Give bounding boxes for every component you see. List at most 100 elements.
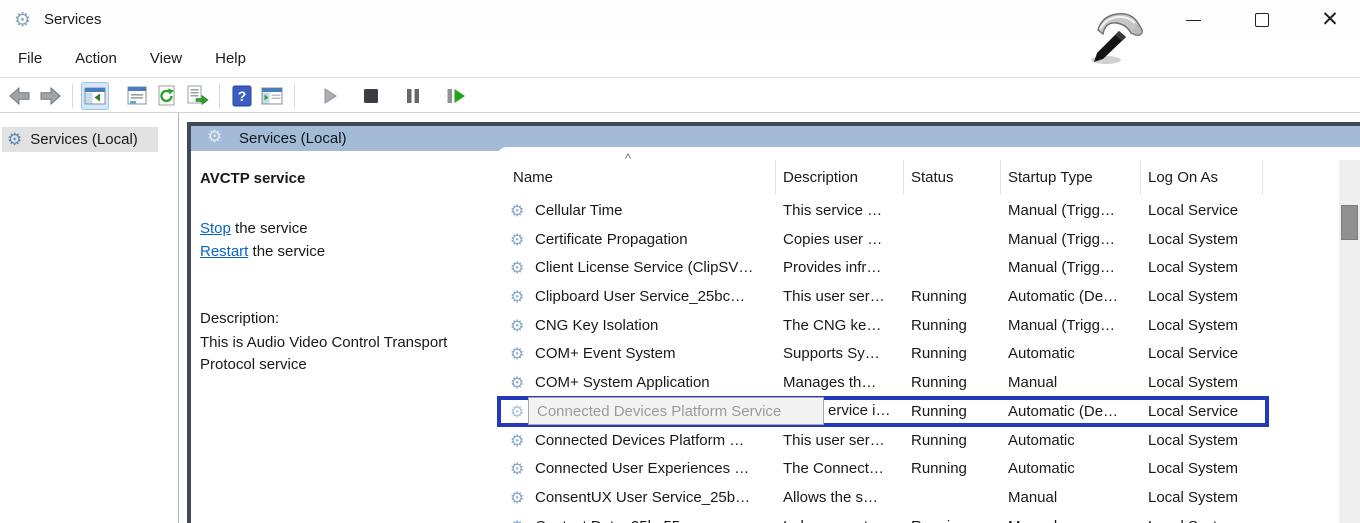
service-gear-icon: ⚙ <box>510 344 524 364</box>
table-row[interactable]: ⚙ COM+ Event System Supports Sy… Running… <box>497 340 1339 369</box>
table-row[interactable]: ⚙ ConsentUX User Service_25b… Allows the… <box>497 484 1339 513</box>
service-gear-icon: ⚙ <box>510 431 524 451</box>
stop-service-button[interactable] <box>357 82 385 110</box>
cell-description: Copies user … <box>783 226 909 255</box>
service-gear-icon: ⚙ <box>510 488 524 508</box>
maximize-button[interactable] <box>1239 0 1285 40</box>
tree-item-label: Services (Local) <box>30 131 138 148</box>
cell-startup: Manual (Trigg… <box>1008 312 1138 341</box>
cell-logon: Local System <box>1148 254 1260 283</box>
close-button[interactable]: ✕ <box>1307 0 1353 40</box>
export-list-icon <box>185 84 209 108</box>
services-list: ^ Name Description Status Startup Type L… <box>497 147 1360 523</box>
cell-startup: Manual <box>1008 369 1138 398</box>
service-gear-icon: ⚙ <box>510 201 524 221</box>
start-service-button[interactable] <box>315 82 343 110</box>
table-row[interactable]: ⚙ CNG Key Isolation The CNG ke… Running … <box>497 312 1339 341</box>
console-tree-pane: ⚙ Services (Local) <box>0 113 179 523</box>
cell-description: The CNG ke… <box>783 312 909 341</box>
table-row[interactable]: ⚙ Connected User Experiences … The Conne… <box>497 455 1339 484</box>
back-button[interactable] <box>6 82 34 110</box>
menu-action[interactable]: Action <box>71 48 121 69</box>
cell-logon: Local System <box>1148 513 1260 523</box>
help-icon: ? <box>230 84 254 108</box>
menu-help[interactable]: Help <box>211 48 250 69</box>
tree-item-services-local[interactable]: ⚙ Services (Local) <box>2 127 158 152</box>
restart-service-button[interactable] <box>441 82 469 110</box>
cell-description: Provides infr… <box>783 254 909 283</box>
cell-logon: Local Service <box>1148 398 1260 427</box>
cell-description: Manages th… <box>783 369 909 398</box>
cell-description: The Connect… <box>783 455 909 484</box>
refresh-button[interactable] <box>153 82 181 110</box>
cell-logon: Local System <box>1148 484 1260 513</box>
service-gear-icon: ⚙ <box>510 287 524 307</box>
services-app-icon: ⚙ <box>14 9 31 31</box>
help-button[interactable]: ? <box>228 82 256 110</box>
show-hide-action-pane-button[interactable] <box>258 82 286 110</box>
service-gear-icon: ⚙ <box>510 258 524 278</box>
service-gear-icon: ⚙ <box>510 517 524 523</box>
export-list-button[interactable] <box>183 82 211 110</box>
menu-bar: File Action View Help <box>0 40 1360 78</box>
toolbar-separator <box>219 84 220 108</box>
table-row[interactable]: ⚙ Cellular Time This service … Manual (T… <box>497 197 1339 226</box>
restart-service-link[interactable]: Restart <box>200 243 248 260</box>
column-header-description[interactable]: Description <box>783 160 858 195</box>
restart-service-rest: the service <box>248 243 325 260</box>
column-divider[interactable] <box>903 160 904 195</box>
cell-startup: Automatic <box>1008 340 1138 369</box>
selected-row-name-tooltip: Connected Devices Platform Service <box>528 397 824 425</box>
column-divider[interactable] <box>1000 160 1001 195</box>
service-gear-icon: ⚙ <box>510 373 524 393</box>
cell-status <box>911 254 999 283</box>
content-area: ⚙ Services (Local) ⚙ Services (Local) AV… <box>0 113 1360 523</box>
column-header-status[interactable]: Status <box>911 160 954 195</box>
minimize-button[interactable] <box>1170 0 1216 40</box>
panel-header-title: Services (Local) <box>239 130 347 147</box>
cell-status: Running <box>911 340 999 369</box>
restart-service-line: Restart the service <box>200 243 325 260</box>
cell-logon: Local System <box>1148 427 1260 456</box>
cell-name: ConsentUX User Service_25b… <box>535 484 773 513</box>
table-row[interactable]: ⚙ Client License Service (ClipSV… Provid… <box>497 254 1339 283</box>
vertical-scrollbar[interactable] <box>1339 160 1360 523</box>
cell-name: Certificate Propagation <box>535 226 773 255</box>
menu-view[interactable]: View <box>146 48 186 69</box>
show-hide-console-tree-button[interactable] <box>81 82 109 110</box>
column-header-startup[interactable]: Startup Type <box>1008 160 1093 195</box>
cell-startup: Automatic (De… <box>1008 283 1138 312</box>
column-divider[interactable] <box>1140 160 1141 195</box>
column-divider[interactable] <box>1262 160 1263 195</box>
services-node-icon: ⚙ <box>7 131 22 149</box>
cell-status <box>911 197 999 226</box>
cell-startup: Manual <box>1008 513 1138 523</box>
cell-name: COM+ Event System <box>535 340 773 369</box>
properties-button[interactable] <box>123 82 151 110</box>
stop-service-link[interactable]: Stop <box>200 220 231 237</box>
forward-button[interactable] <box>36 82 64 110</box>
window-title: Services <box>44 11 102 28</box>
table-row[interactable]: ⚙ Certificate Propagation Copies user … … <box>497 226 1339 255</box>
cell-description: This user ser… <box>783 283 909 312</box>
menu-file[interactable]: File <box>14 48 46 69</box>
cell-status <box>911 484 999 513</box>
description-text: This is Audio Video Control Transport Pr… <box>200 332 500 376</box>
scrollbar-thumb[interactable] <box>1341 205 1358 240</box>
services-panel: ⚙ Services (Local) AVCTP service Stop th… <box>187 122 1360 523</box>
table-row[interactable]: ⚙ Contact Data_25bc55 Indexes cont… Runn… <box>497 513 1339 523</box>
table-row[interactable]: ⚙ COM+ System Application Manages th… Ru… <box>497 369 1339 398</box>
service-rows: ⚙ Cellular Time This service … Manual (T… <box>497 197 1339 523</box>
cell-name: Connected Devices Platform … <box>535 427 773 456</box>
column-header-logon[interactable]: Log On As <box>1148 160 1218 195</box>
toolbar-separator <box>72 84 73 108</box>
table-row[interactable]: ⚙ Connected Devices Platform … This user… <box>497 427 1339 456</box>
table-row[interactable]: ⚙ Clipboard User Service_25bc… This user… <box>497 283 1339 312</box>
maximize-icon <box>1255 13 1269 27</box>
column-divider[interactable] <box>775 160 776 195</box>
pause-service-button[interactable] <box>399 82 427 110</box>
cell-logon: Local System <box>1148 283 1260 312</box>
panel-header-icon: ⚙ <box>207 127 222 147</box>
cell-startup: Manual (Trigg… <box>1008 197 1138 226</box>
column-header-name[interactable]: Name <box>513 160 553 195</box>
